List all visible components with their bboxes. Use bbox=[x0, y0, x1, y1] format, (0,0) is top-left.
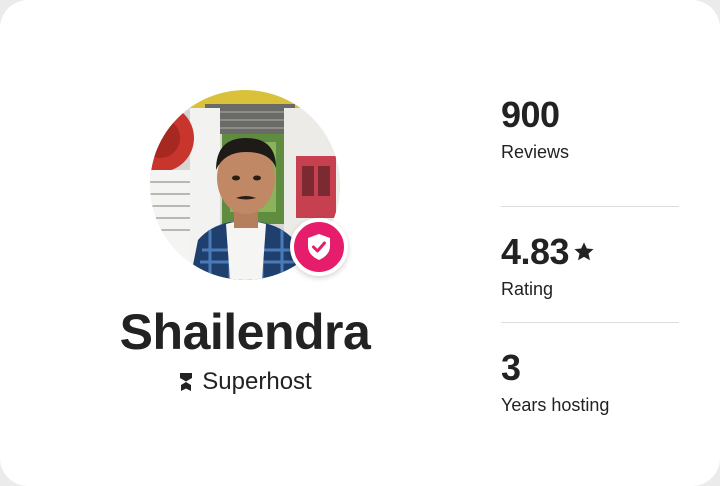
avatar-container bbox=[150, 90, 348, 280]
stat-value: 3 bbox=[501, 323, 679, 390]
superhost-badge: Superhost bbox=[80, 367, 410, 397]
verified-badge bbox=[290, 218, 348, 276]
star-icon bbox=[574, 242, 594, 261]
stat-reviews[interactable]: 900 Reviews bbox=[501, 90, 679, 206]
superhost-label: Superhost bbox=[202, 368, 312, 395]
stat-years-hosting: 3 Years hosting bbox=[501, 322, 679, 438]
stat-rating: 4.83 Rating bbox=[501, 206, 679, 322]
shield-check-icon bbox=[308, 234, 330, 260]
rating-value: 4.83 bbox=[501, 231, 570, 272]
stat-label: Years hosting bbox=[501, 395, 610, 415]
host-profile-card: Shailendra Superhost 900 Reviews 4.83 Ra… bbox=[0, 0, 720, 486]
years-hosting-value: 3 bbox=[501, 347, 521, 388]
host-name: Shailendra bbox=[119, 304, 371, 360]
stat-value: 4.83 bbox=[501, 207, 679, 274]
stat-label: Reviews bbox=[501, 142, 570, 162]
host-stats: 900 Reviews 4.83 Rating 3 Years hosting bbox=[501, 90, 679, 438]
reviews-count: 900 bbox=[501, 94, 560, 135]
stat-value: 900 bbox=[501, 90, 679, 137]
superhost-medal-icon bbox=[180, 373, 193, 391]
stat-label: Rating bbox=[501, 279, 554, 299]
